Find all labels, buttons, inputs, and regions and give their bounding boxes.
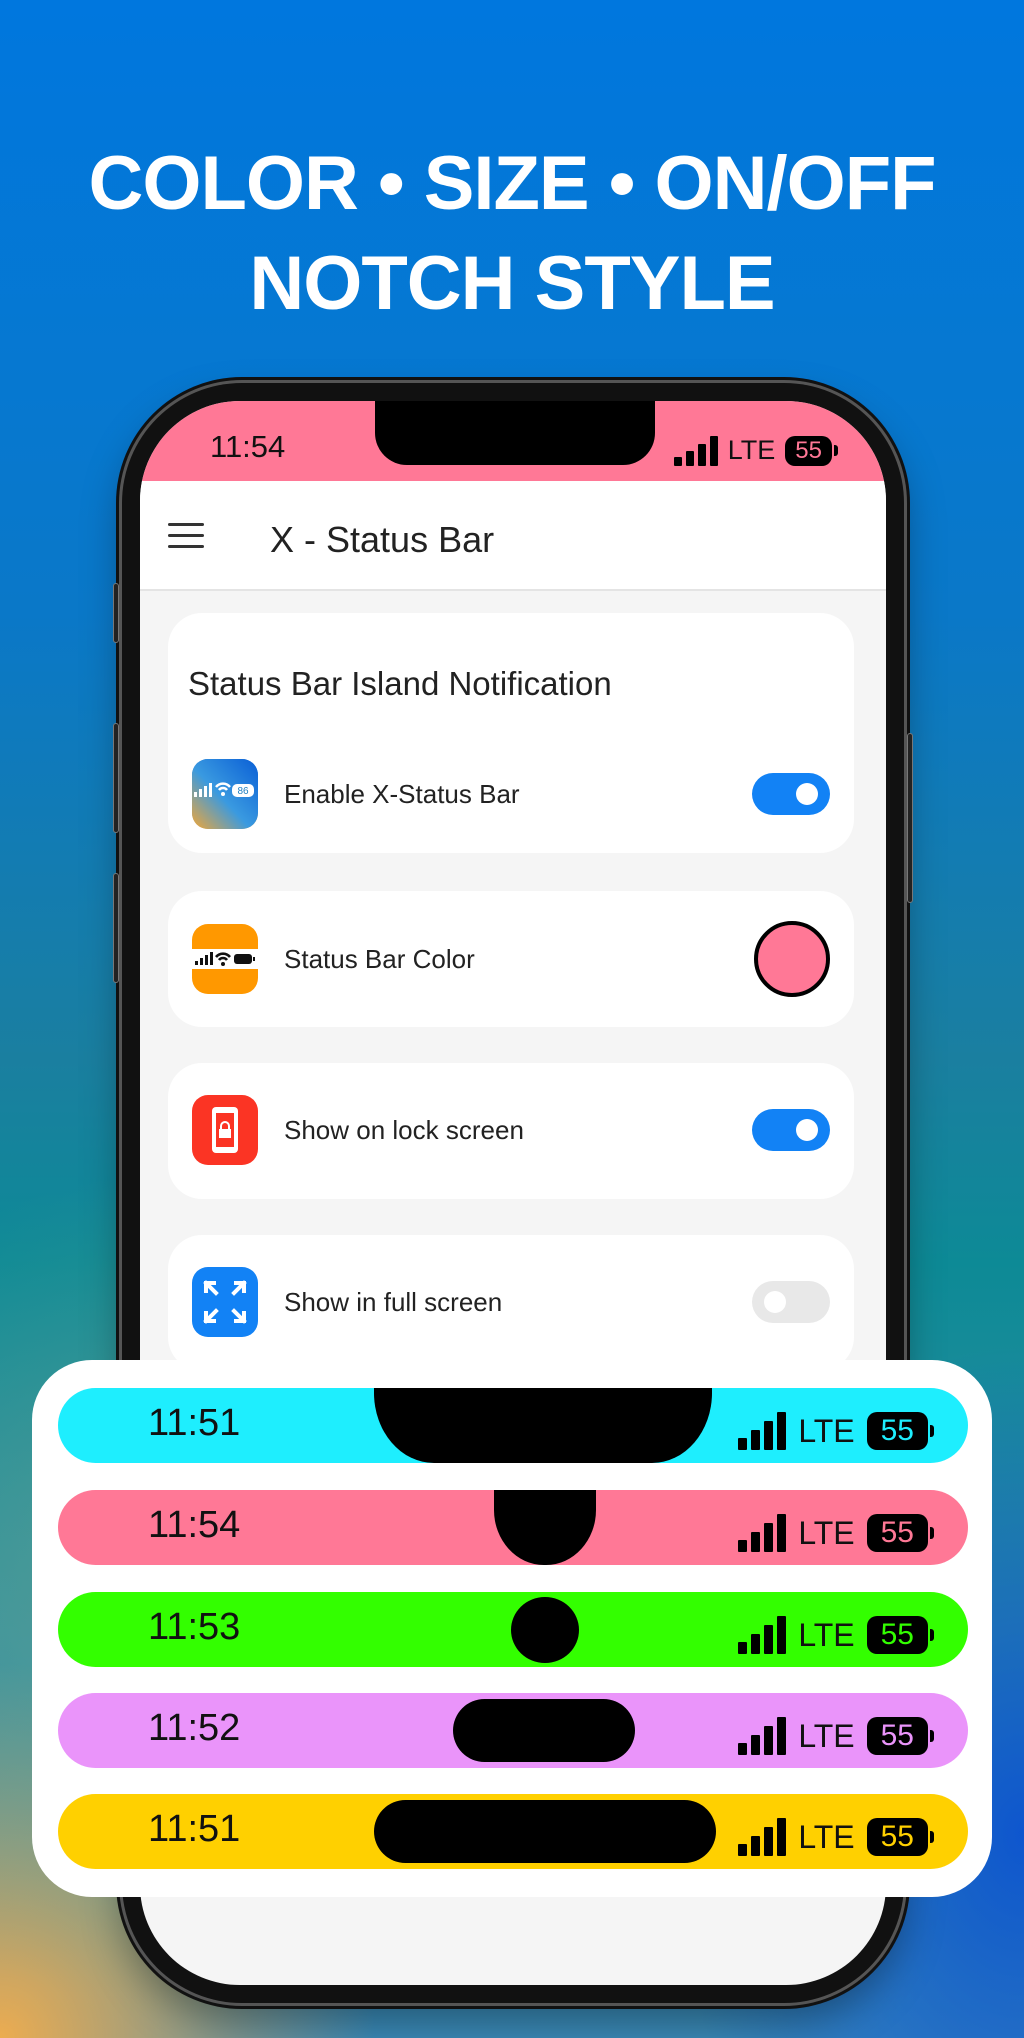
fullscreen-expand-icon [192, 1267, 258, 1337]
battery-icon: 55 [866, 1412, 934, 1450]
battery-icon: 55 [785, 435, 838, 466]
preview-time: 11:51 [148, 1402, 241, 1444]
setting-label: Status Bar Color [284, 943, 475, 974]
settings-card-lock-screen: Show on lock screen [168, 1063, 854, 1199]
phone-volume-down-button [113, 873, 119, 983]
teardrop-notch [494, 1490, 596, 1565]
battery-level: 55 [866, 1514, 928, 1552]
wide-notch [374, 1388, 712, 1463]
svg-text:86: 86 [237, 786, 249, 797]
setting-row-full-screen: Show in full screen [192, 1267, 830, 1337]
show-on-lock-screen-toggle[interactable] [752, 1109, 830, 1151]
signal-icon [738, 1818, 787, 1856]
signal-icon [738, 1717, 787, 1755]
network-type: LTE [798, 1818, 855, 1855]
phone-volume-up-button [113, 723, 119, 833]
preview-status-bar-large-island: 11:51 LTE 55 [58, 1794, 968, 1869]
notch [375, 401, 655, 465]
status-time: 11:54 [210, 429, 286, 464]
settings-card-full-screen: Show in full screen [168, 1235, 854, 1371]
battery-level: 55 [866, 1616, 928, 1654]
preview-time: 11:54 [148, 1504, 241, 1546]
hamburger-menu-icon[interactable] [168, 523, 204, 549]
settings-card-island-notification: Status Bar Island Notification 86 Enable… [168, 613, 854, 853]
preview-indicators: LTE 55 [738, 1717, 934, 1755]
phone-action-button [113, 583, 119, 643]
preview-status-bar-small-island: 11:52 LTE 55 [58, 1693, 968, 1768]
notch-style-showcase: 11:51 LTE 55 11:54 LTE 55 11:53 LTE 55 1… [32, 1360, 992, 1897]
app-bar: X - Status Bar [140, 481, 886, 591]
enable-status-bar-toggle[interactable] [752, 773, 830, 815]
signal-icon [738, 1616, 787, 1654]
headline-line-1: COLOR • SIZE • ON/OFF [88, 141, 936, 226]
setting-label: Enable X-Status Bar [284, 778, 520, 809]
battery-level: 55 [866, 1818, 928, 1856]
battery-level: 55 [866, 1412, 928, 1450]
preview-time: 11:52 [148, 1707, 241, 1749]
status-indicators: LTE 55 [673, 435, 838, 466]
setting-row-enable: 86 Enable X-Status Bar [192, 759, 830, 829]
preview-status-bar-teardrop: 11:54 LTE 55 [58, 1490, 968, 1565]
status-bar: 11:54 LTE 55 [140, 401, 886, 481]
network-type: LTE [798, 1514, 855, 1551]
preview-time: 11:53 [148, 1606, 241, 1648]
large-dynamic-island [374, 1800, 716, 1863]
preview-time: 11:51 [148, 1808, 241, 1850]
battery-icon: 55 [866, 1514, 934, 1552]
network-type: LTE [798, 1412, 855, 1449]
battery-icon: 55 [866, 1717, 934, 1755]
signal-icon [738, 1514, 787, 1552]
preview-indicators: LTE 55 [738, 1412, 934, 1450]
setting-label: Show in full screen [284, 1286, 503, 1317]
network-type: LTE [798, 1616, 855, 1653]
battery-icon: 55 [866, 1818, 934, 1856]
app-title: X - Status Bar [270, 519, 495, 560]
status-bar-app-icon: 86 [192, 759, 258, 829]
preview-status-bar-wide-notch: 11:51 LTE 55 [58, 1388, 968, 1463]
setting-row-color: Status Bar Color [192, 921, 830, 997]
setting-row-lock-screen: Show on lock screen [192, 1095, 830, 1165]
lock-screen-icon [192, 1095, 258, 1165]
setting-label: Show on lock screen [284, 1114, 524, 1145]
section-title: Status Bar Island Notification [188, 665, 612, 702]
show-in-full-screen-toggle[interactable] [752, 1281, 830, 1323]
status-bar-color-icon [192, 924, 258, 994]
headline-line-2: NOTCH STYLE [249, 241, 775, 326]
punch-hole-camera [511, 1597, 579, 1663]
preview-status-bar-punch-hole: 11:53 LTE 55 [58, 1592, 968, 1667]
signal-icon [673, 435, 718, 466]
phone-power-button [907, 733, 913, 903]
network-type: LTE [798, 1717, 855, 1754]
preview-indicators: LTE 55 [738, 1514, 934, 1552]
settings-card-color: Status Bar Color [168, 891, 854, 1027]
battery-level: 55 [866, 1717, 928, 1755]
signal-icon [738, 1412, 787, 1450]
network-type: LTE [727, 435, 776, 465]
status-bar-color-swatch[interactable] [754, 921, 830, 997]
battery-icon: 55 [866, 1616, 934, 1654]
battery-level: 55 [785, 435, 832, 466]
preview-indicators: LTE 55 [738, 1616, 934, 1654]
small-dynamic-island [453, 1699, 635, 1762]
preview-indicators: LTE 55 [738, 1818, 934, 1856]
